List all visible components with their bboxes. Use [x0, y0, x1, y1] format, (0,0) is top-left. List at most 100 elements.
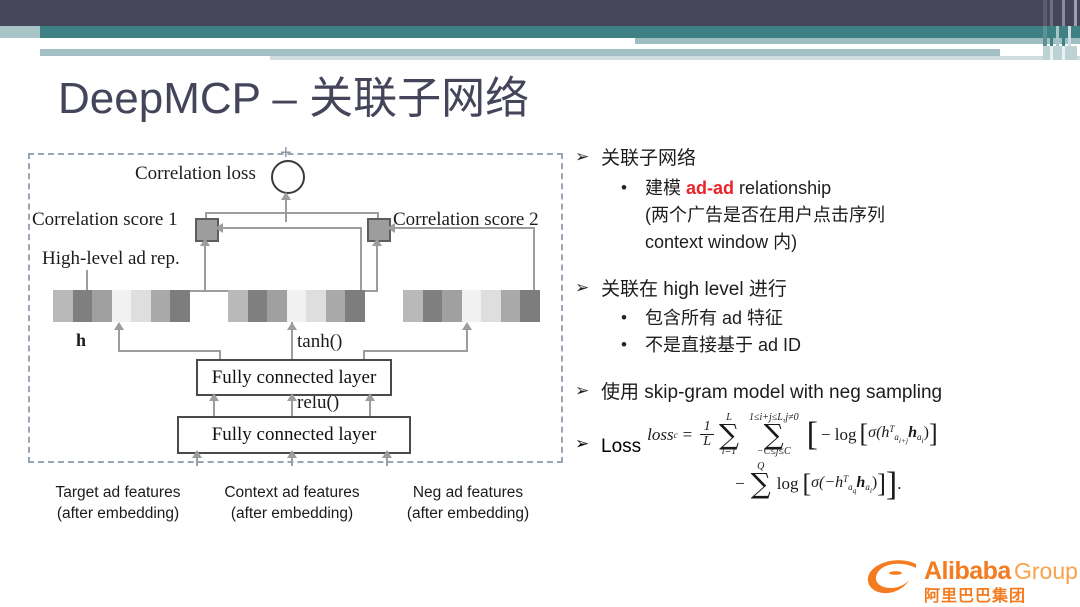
connector-fc1-to-neg-v	[466, 330, 468, 352]
fc-upper-label: Fully connected layer	[211, 366, 377, 388]
corner-stripe-12	[1043, 46, 1077, 60]
label-tanh: tanh()	[297, 331, 343, 352]
embedding-cell	[247, 290, 268, 322]
formula-minus: −	[735, 474, 745, 494]
header-accent-line-3	[40, 49, 1000, 56]
formula-sum-1-symbol: ∑	[719, 417, 739, 451]
loss-formula-line-1: loss c = 1 L L ∑ i=1 1≤i+j≤L,j≠0 ∑ −C≤j≤C…	[647, 412, 938, 458]
bullet-marker-icon-4: ➢	[575, 433, 590, 453]
corner-stripe-3	[1056, 0, 1059, 26]
embedding-cell	[228, 290, 248, 322]
formula-sigma-2-head: σ(−h	[811, 473, 844, 491]
corner-stripe-2	[1050, 0, 1053, 26]
bullet-item-2-text: 关联在 high level 进行	[601, 278, 787, 300]
connector-fc2-c	[369, 400, 371, 416]
bullet-item-3-text: 使用 skip-gram model with neg sampling	[601, 382, 943, 404]
corner-stripe-7	[1043, 26, 1047, 46]
caption-neg-line2: (after embedding)	[406, 504, 530, 522]
corner-stripe-8	[1050, 26, 1053, 46]
corner-stripe-10	[1062, 26, 1065, 46]
arrowhead-fc2-c	[365, 393, 375, 401]
corner-stripe-9	[1056, 26, 1059, 46]
embedding-cell	[481, 290, 501, 322]
embedding-cell	[345, 290, 365, 322]
connector-s2-from-neg-h	[394, 227, 535, 229]
sub-bullet-2-1: • 包含所有 ad 特征	[621, 305, 1075, 332]
formula-sum-3-symbol: ∑	[750, 467, 771, 501]
bullet-item-1-text: 关联子网络	[601, 148, 697, 169]
bullet-item-4: ➢ Loss loss c = 1 L L ∑ i=1 1≤i+j≤L,j≠0 ∑…	[575, 412, 1075, 508]
formula-sigma-1-h2: h	[908, 424, 918, 442]
arrowhead-neg-bar	[462, 322, 472, 330]
arrowhead-context-bar	[287, 322, 297, 330]
bullet-item-4-text: Loss	[601, 435, 642, 457]
connector-fc2-a	[213, 400, 215, 416]
arrowhead-in-a	[192, 450, 202, 458]
corner-stripe-14	[1062, 46, 1065, 60]
formula-lhs: loss	[647, 424, 674, 444]
connector-s1-from-context-v	[360, 227, 362, 292]
header-dark-band	[0, 0, 1080, 26]
embedding-cell	[92, 290, 112, 322]
formula-term-1: − log	[820, 424, 857, 444]
embedding-cell	[150, 290, 171, 322]
embedding-cell	[520, 290, 540, 322]
embedding-cell	[131, 290, 151, 322]
sub-bullet-1-2-text: (两个广告是否在用户点击序列	[645, 204, 885, 225]
page-title: DeepMCP – 关联子网络	[58, 74, 530, 123]
connector-fc1-to-target-h	[118, 350, 221, 352]
connector-fc1-to-target-v	[118, 330, 120, 352]
sub-bullet-marker-icon-3: •	[621, 335, 627, 355]
embedding-cell	[325, 290, 346, 322]
arrowhead-s1-in	[215, 223, 223, 233]
embedding-cell	[442, 290, 462, 322]
embedding-cell	[461, 290, 482, 322]
sub-bullet-1-1-post: relationship	[734, 177, 832, 198]
sub-bullet-2-1-text: 包含所有 ad 特征	[645, 308, 784, 329]
formula-fraction: 1 L	[700, 420, 714, 449]
label-correlation-loss: Correlation loss	[135, 163, 256, 184]
ad-rep-bar-neg	[403, 290, 540, 322]
connector-score-bus	[205, 212, 379, 214]
formula-period: .	[897, 474, 902, 494]
formula-term-2: log	[776, 474, 799, 494]
fully-connected-layer-lower: Fully connected layer	[177, 416, 411, 454]
formula-bracket-close-1: ]	[885, 465, 898, 503]
corner-stripe-1	[1043, 0, 1047, 26]
formula-sigma-2: σ(−hTaqhai)	[811, 473, 878, 495]
embedding-cell	[111, 290, 132, 322]
arrowhead-target-bar	[114, 322, 124, 330]
formula-sigma-1-sub2: ai	[917, 432, 924, 445]
connector-s1-left-v	[86, 270, 88, 292]
caption-neg-line1: Neg ad features	[412, 484, 524, 501]
embedding-cell	[72, 290, 93, 322]
formula-equals: =	[682, 424, 693, 444]
formula-bracket-open-3: [	[802, 468, 812, 498]
formula-sum-1: L ∑ i=1	[719, 412, 739, 458]
formula-sigma-2-sub2: ai	[865, 481, 872, 495]
header-accent-line-4	[270, 56, 1080, 60]
bullet-marker-icon: ➢	[575, 147, 590, 166]
formula-sigma-1-sub: ai+j	[894, 432, 909, 445]
sub-bullet-1-1-text: 建模 ad-ad relationship (两个广告是否在用户点击序列 con…	[645, 175, 885, 256]
embedding-cell	[53, 290, 73, 322]
corner-stripe-5	[1068, 0, 1071, 26]
corner-stripe-13	[1050, 46, 1053, 60]
embedding-cell	[306, 290, 326, 322]
header-teal-band	[0, 26, 1080, 38]
formula-frac-num: 1	[703, 419, 711, 435]
sub-bullet-marker-icon-2: •	[621, 308, 627, 328]
caption-context-line2: (after embedding)	[230, 504, 354, 522]
caption-neg: Neg ad features (after embedding)	[382, 483, 554, 525]
sub-bullet-2-2-text: 不是直接基于 ad ID	[645, 335, 802, 356]
formula-sigma-1-head: σ(h	[868, 424, 890, 442]
corner-stripe-6	[1074, 0, 1077, 26]
bullet-item-3: ➢ 使用 skip-gram model with neg sampling	[575, 379, 1075, 407]
arrowhead-to-loss	[281, 192, 291, 200]
formula-bracket-close-2: ]	[928, 419, 938, 449]
label-high-level-ad-rep: High-level ad rep.	[42, 248, 180, 269]
formula-sum-3: Q ∑ q=1	[751, 461, 771, 507]
logo-chinese-text: 阿里巴巴集团	[924, 588, 1027, 605]
